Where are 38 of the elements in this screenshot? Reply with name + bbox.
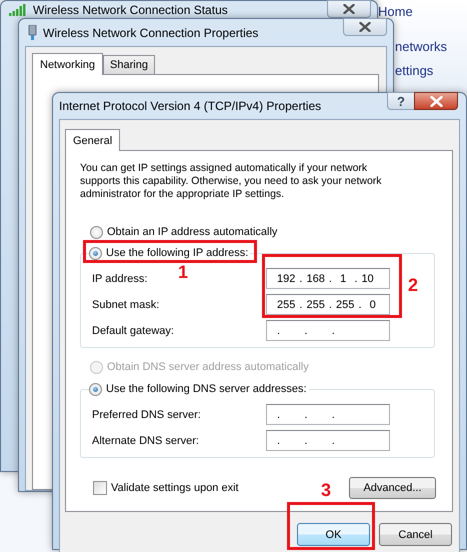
radio-button[interactable]: Obtain an IP address automatically [80,224,435,240]
ip-address-field[interactable]: . . . [266,430,390,451]
description-text: You can get IP settings assigned automatically if your network supports this capability. Otherwise, you need to ask your network administrator for the appropriate IP settings. [80,162,383,201]
close-icon [430,96,442,106]
ip-address-field[interactable]: . . . [266,320,390,341]
tab[interactable]: Networking [32,53,104,75]
field-label: Default gateway: [92,324,174,336]
validate-checkbox[interactable]: Validate settings upon exit [80,481,239,495]
close-button[interactable] [414,92,458,110]
field-label: IP address: [92,272,148,284]
side-link[interactable]: networks [395,38,448,55]
field-label: Subnet mask: [92,298,160,310]
tab[interactable]: General [65,129,120,151]
step-number: 1 [178,262,188,283]
radio-button[interactable]: Use the following IP address: [89,245,248,261]
side-link[interactable]: ettings [395,62,434,79]
window-title: Wireless Network Connection Properties [43,26,260,40]
signal-icon [9,4,27,16]
cancel-button[interactable]: Cancel [379,523,452,546]
side-link[interactable]: Home [378,3,413,20]
close-button[interactable] [343,18,387,36]
advanced-button[interactable]: Advanced... [349,477,436,499]
ok-button[interactable]: OK [297,523,370,546]
close-icon [343,4,355,14]
window-title: Wireless Network Connection Status [33,4,229,16]
close-icon [359,22,371,32]
network-adapter-icon [28,25,37,40]
field-label: Preferred DNS server: [92,408,201,420]
radio-button[interactable]: Use the following DNS server addresses: [89,381,307,397]
ip-address-field[interactable]: . . . [266,404,390,425]
close-button[interactable] [327,0,371,18]
tab[interactable]: Sharing [103,55,155,74]
field-label: Alternate DNS server: [92,434,199,446]
step-number: 2 [408,275,418,296]
window-title: Internet Protocol Version 4 (TCP/IPv4) Properties [59,99,322,113]
help-button[interactable]: ? [387,92,414,110]
step-number: 3 [321,480,332,501]
ip-address-field[interactable]: 192 . 168 . 1 . 10 [266,268,390,289]
